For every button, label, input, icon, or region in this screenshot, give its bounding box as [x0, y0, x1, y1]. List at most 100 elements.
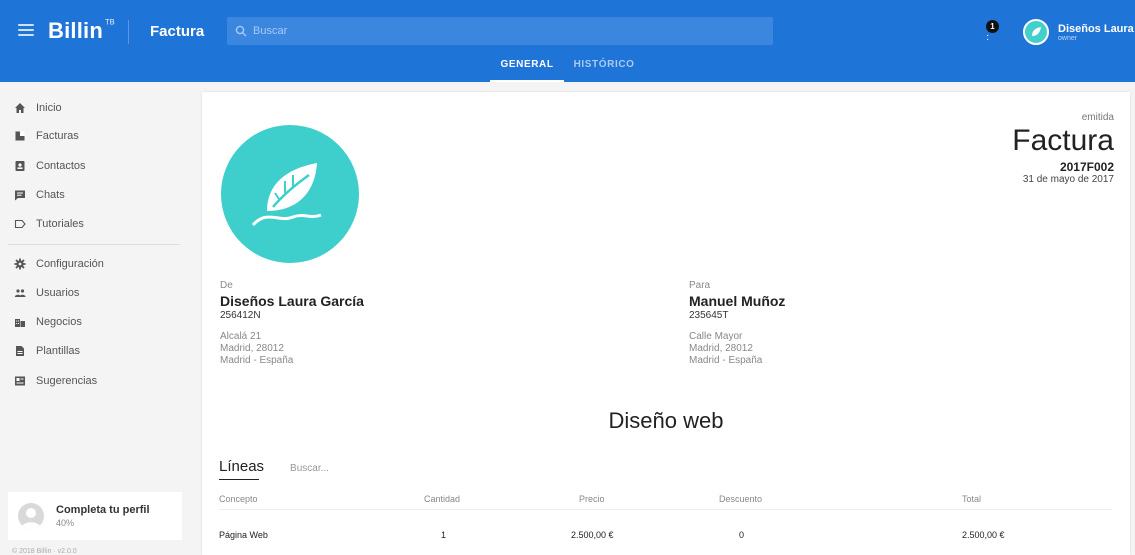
sidebar-item-sugerencias[interactable]: Sugerencias	[14, 372, 97, 390]
lines-table: Concepto Cantidad Precio Descuento Total…	[219, 490, 1112, 546]
cell-total: 2.500,00 €	[962, 530, 1005, 540]
cell-price: 2.500,00 €	[571, 530, 614, 540]
global-search[interactable]	[227, 17, 773, 45]
company-logo	[221, 125, 359, 263]
users-icon	[14, 289, 26, 297]
tab-historico[interactable]: HISTÓRICO	[564, 54, 645, 82]
recipient-name: Manuel Muñoz	[689, 293, 786, 309]
chat-icon	[15, 190, 25, 201]
tab-general[interactable]: GENERAL	[490, 54, 564, 82]
app-logo[interactable]: Billin ᵀᴮ	[48, 18, 115, 44]
avatar	[18, 503, 44, 529]
top-app-bar: Billinᵀᴮ Factura 1 ·· Diseños Laura Garc…	[0, 0, 1135, 82]
section-title: Factura	[150, 23, 205, 40]
sidebar-item-chats[interactable]: Chats	[14, 186, 65, 204]
sidebar: Inicio Facturas Contactos Chats Tutorial…	[0, 82, 196, 555]
recipient-label: Para	[689, 280, 711, 291]
issuer-tax-id: 256412N	[220, 310, 261, 321]
lines-search-input[interactable]	[290, 463, 391, 474]
address-line: Calle Mayor	[689, 331, 743, 342]
issuer-name: Diseños Laura García	[220, 293, 364, 309]
user-role: owner	[1058, 34, 1078, 42]
sidebar-item-contactos[interactable]: Contactos	[14, 157, 86, 175]
sidebar-item-label: Usuarios	[36, 287, 80, 299]
address-line: Alcalá 21	[220, 331, 262, 342]
header-divider	[128, 20, 129, 44]
user-text: Diseños Laura García owner	[1049, 23, 1135, 42]
sidebar-item-inicio[interactable]: Inicio	[14, 99, 62, 117]
sidebar-item-usuarios[interactable]: Usuarios	[14, 284, 79, 302]
profile-title: Completa tu perfil	[56, 504, 150, 516]
sidebar-item-label: Negocios	[36, 316, 82, 328]
top-bar-row: Billinᵀᴮ Factura 1 ·· Diseños Laura Garc…	[0, 10, 1135, 54]
template-icon	[16, 346, 24, 356]
gear-icon	[14, 258, 26, 270]
sidebar-item-plantillas[interactable]: Plantillas	[14, 342, 80, 360]
sidebar-item-negocios[interactable]: Negocios	[14, 313, 82, 331]
sidebar-item-label: Facturas	[36, 130, 79, 142]
invoice-number: 2017F002	[1059, 160, 1114, 174]
column-header-quantity[interactable]: Cantidad	[424, 494, 460, 504]
contacts-icon	[15, 161, 25, 171]
lines-header: Líneas	[219, 458, 391, 475]
column-header-price[interactable]: Precio	[579, 494, 605, 504]
sidebar-item-label: Plantillas	[36, 345, 81, 357]
sidebar-item-tutoriales[interactable]: Tutoriales	[14, 215, 84, 233]
sidebar-item-facturas[interactable]: Facturas	[14, 127, 79, 145]
user-avatar	[1023, 19, 1049, 45]
person-icon	[21, 508, 41, 529]
issuer-address: Alcalá 21 Madrid, 28012 Madrid - España	[220, 331, 520, 367]
suggestion-icon	[15, 376, 25, 386]
recipient-tax-id: 235645T	[689, 310, 729, 321]
sidebar-divider	[8, 244, 180, 245]
column-header-concept[interactable]: Concepto	[219, 494, 258, 504]
sidebar-item-label: Configuración	[36, 258, 104, 270]
notifications-button[interactable]: 1 · ·	[983, 20, 1001, 45]
recipient-address: Calle Mayor Madrid, 28012 Madrid - Españ…	[689, 331, 989, 367]
address-line: Madrid, 28012	[689, 343, 753, 354]
leaf-icon	[251, 163, 322, 227]
sidebar-item-label: Inicio	[36, 102, 62, 114]
sidebar-item-label: Contactos	[36, 160, 86, 172]
profile-progress: 40%	[56, 518, 75, 528]
leaf-icon	[1032, 27, 1041, 36]
column-header-total[interactable]: Total	[962, 494, 981, 504]
table-row[interactable]: Página Web 1 2.500,00 € 0 2.500,00 €	[219, 526, 1112, 546]
issuer-block: De Diseños Laura García 256412N Alcalá 2…	[220, 280, 520, 367]
search-input[interactable]	[253, 25, 753, 37]
issuer-label: De	[220, 280, 233, 291]
lines-title: Líneas	[219, 458, 265, 475]
recipient-block: Para Manuel Muñoz 235645T Calle Mayor Ma…	[689, 280, 989, 367]
table-header-row: Concepto Cantidad Precio Descuento Total	[219, 490, 1112, 510]
invoice-card: emitida Factura 2017F002 31 de mayo de 2…	[202, 92, 1130, 555]
address-line: Madrid - España	[220, 355, 294, 366]
cell-discount: 0	[739, 530, 745, 540]
complete-profile-card[interactable]: Completa tu perfil 40%	[8, 492, 182, 540]
search-icon	[235, 25, 247, 37]
business-icon	[15, 319, 25, 327]
address-line: Madrid - España	[689, 355, 763, 366]
lines-title-underline	[219, 479, 259, 480]
tab-bar: GENERAL HISTÓRICO	[0, 54, 1135, 82]
invoice-icon	[15, 131, 25, 141]
address-line: Madrid, 28012	[220, 343, 284, 354]
invoice-status: emitida	[1081, 112, 1114, 123]
more-vert-icon: · ·	[986, 30, 990, 45]
column-header-discount[interactable]: Descuento	[719, 494, 762, 504]
copyright: © 2018 Billin · v2.0.0	[12, 548, 77, 555]
sidebar-item-configuracion[interactable]: Configuración	[14, 255, 104, 273]
document-type: Factura	[1012, 124, 1114, 157]
invoice-date: 31 de mayo de 2017	[1022, 174, 1114, 185]
home-icon	[15, 103, 25, 113]
user-menu[interactable]: Diseños Laura García owner	[1023, 15, 1135, 49]
menu-icon[interactable]	[18, 24, 34, 36]
sidebar-item-label: Sugerencias	[36, 375, 98, 387]
user-name: Diseños Laura García	[1058, 22, 1135, 35]
tutorial-icon	[14, 219, 26, 229]
sidebar-item-label: Tutoriales	[36, 218, 84, 230]
sidebar-item-label: Chats	[36, 189, 65, 201]
cell-quantity: 1	[441, 530, 447, 540]
app-logo-text: Billin	[48, 18, 103, 43]
profile-text: Completa tu perfil 40%	[56, 504, 150, 528]
cell-concept: Página Web	[219, 530, 268, 540]
